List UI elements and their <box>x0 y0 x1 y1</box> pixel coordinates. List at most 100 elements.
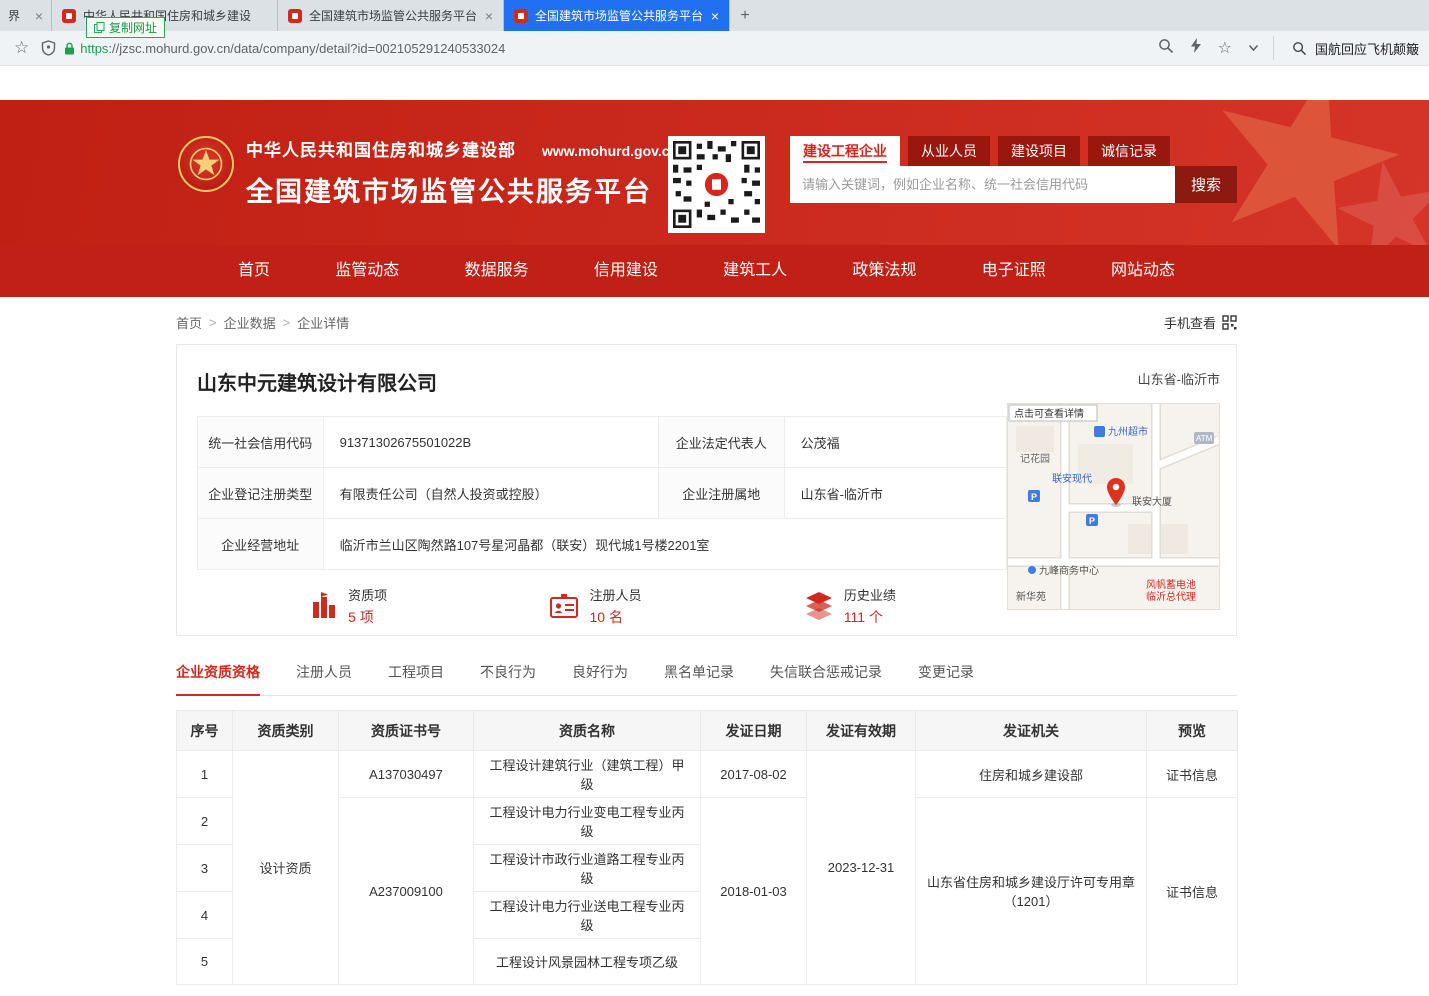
browser-tab-jzsc-1[interactable]: 全国建筑市场监管公共服务平台 × <box>278 0 504 31</box>
table-row: 企业经营地址 临沂市兰山区陶然路107号星河晶都（联安）现代城1号楼2201室 <box>198 519 1007 570</box>
stat-historical-performance[interactable]: 历史业绩 111 个 <box>804 585 896 627</box>
address-bar[interactable]: https://jzsc.mohurd.gov.cn/data/company/… <box>64 41 1137 56</box>
col-authority: 发证机关 <box>916 711 1147 751</box>
cell-serial: 1 <box>177 751 233 798</box>
mobile-view-button[interactable]: 手机查看 <box>1164 313 1237 332</box>
site-favicon-icon <box>62 9 76 23</box>
breadcrumb-company-detail: 企业详情 <box>297 313 349 332</box>
breadcrumb-company-data[interactable]: 企业数据 <box>224 313 276 332</box>
map-label-atm: ATM <box>1196 434 1213 443</box>
browser-tab-partial[interactable]: 界 × <box>0 0 52 31</box>
breadcrumb-home[interactable]: 首页 <box>176 313 202 332</box>
search-tab-credit-records[interactable]: 诚信记录 <box>1088 136 1170 166</box>
qualification-icon <box>308 591 338 621</box>
table-row: 统一社会信用代码 91371302675501022B 企业法定代表人 公茂福 <box>198 417 1007 468</box>
company-detail-card: 山东中元建筑设计有限公司 山东省-临沂市 统一社会信用代码 9137130267… <box>176 344 1237 636</box>
url-bar-actions: ☆ <box>1158 38 1259 59</box>
stat-qualifications[interactable]: 资质项 5 项 <box>308 585 387 627</box>
cell-issue-date: 2017-08-02 <box>701 751 807 798</box>
lock-icon <box>64 42 75 55</box>
hot-search-text: 国航回应飞机颠簸 <box>1315 39 1419 58</box>
header-qr-code <box>668 136 765 233</box>
new-tab-button[interactable]: + <box>730 0 760 31</box>
stat-registered-personnel[interactable]: 注册人员 10 名 <box>549 585 641 627</box>
table-row: 企业登记注册类型 有限责任公司（自然人投资或控股） 企业注册属地 山东省-临沂市 <box>198 468 1007 519</box>
tab-bad-behavior[interactable]: 不良行为 <box>480 662 536 695</box>
reg-type-value: 有限责任公司（自然人投资或控股） <box>323 468 658 519</box>
company-info-table: 统一社会信用代码 91371302675501022B 企业法定代表人 公茂福 … <box>197 416 1007 570</box>
search-tab-construction-enterprise[interactable]: 建设工程企业 <box>790 136 900 166</box>
qr-code-icon <box>1222 315 1237 330</box>
search-tab-projects[interactable]: 建设项目 <box>998 136 1080 166</box>
nav-item-site-news[interactable]: 网站动态 <box>1111 245 1175 297</box>
cell-serial: 3 <box>177 845 233 892</box>
company-region: 山东省-临沂市 <box>1138 369 1220 388</box>
tab-qualifications[interactable]: 企业资质资格 <box>176 662 260 696</box>
map-label-supermarket: 九州超市 <box>1108 425 1148 438</box>
url-scheme: https <box>80 41 108 56</box>
nav-item-workers[interactable]: 建筑工人 <box>723 245 787 297</box>
close-icon[interactable]: × <box>35 9 43 23</box>
tab-change-records[interactable]: 变更记录 <box>918 662 974 695</box>
company-location-map[interactable]: ATM 九州超市 记花园 联安现代 P P 联安大厦 九峰商务中心 新华苑 风帆… <box>1007 403 1220 610</box>
close-icon[interactable]: × <box>485 9 493 23</box>
address-label: 企业经营地址 <box>198 519 324 570</box>
cell-qual-name: 工程设计电力行业变电工程专业丙级 <box>474 798 701 845</box>
chevron-down-icon[interactable] <box>1248 39 1259 57</box>
site-favicon-icon <box>514 9 528 23</box>
search-tab-practitioners[interactable]: 从业人员 <box>908 136 990 166</box>
main-navigation: 首页 监管动态 数据服务 信用建设 建筑工人 政策法规 电子证照 网站动态 <box>0 245 1429 297</box>
platform-title: 全国建筑市场监管公共服务平台 <box>246 170 678 209</box>
cell-qual-name: 工程设计风景园林工程专项乙级 <box>474 939 701 985</box>
mobile-view-label: 手机查看 <box>1164 313 1216 332</box>
nav-item-credit[interactable]: 信用建设 <box>594 245 658 297</box>
cell-serial: 2 <box>177 798 233 845</box>
cell-cert-no: A237009100 <box>339 798 474 985</box>
map-hint: 点击可查看详情 <box>1014 407 1084 420</box>
nav-item-data-services[interactable]: 数据服务 <box>465 245 529 297</box>
legal-rep-value: 公茂福 <box>784 417 1006 468</box>
bookmark-star-icon[interactable]: ☆ <box>14 38 29 58</box>
stat-value: 10 名 <box>589 607 641 627</box>
personnel-icon <box>549 591 579 621</box>
browser-tab-jzsc-active[interactable]: 全国建筑市场监管公共服务平台 × <box>504 0 730 31</box>
active-tab-underline <box>803 161 887 163</box>
keyword-search-input[interactable] <box>790 166 1175 203</box>
star-icon[interactable]: ☆ <box>1218 38 1232 58</box>
tab-good-behavior[interactable]: 良好行为 <box>572 662 628 695</box>
tab-projects[interactable]: 工程项目 <box>388 662 444 695</box>
browser-tab-bar: 界 × 中华人民共和国住房和城乡建设 全国建筑市场监管公共服务平台 × 全国建筑… <box>0 0 1429 31</box>
browser-search-box[interactable]: 国航回应飞机颠簸 <box>1273 36 1419 60</box>
site-header-banner: 中华人民共和国住房和城乡建设部 www.mohurd.gov.cn 全国建筑市场… <box>0 100 1429 245</box>
map-label-garden: 记花园 <box>1020 452 1050 465</box>
stat-label: 历史业绩 <box>844 585 896 604</box>
nav-item-policies[interactable]: 政策法规 <box>852 245 916 297</box>
nav-item-supervision[interactable]: 监管动态 <box>335 245 399 297</box>
company-stats: 资质项 5 项 注册人员 10 名 <box>197 585 1007 627</box>
credit-code-label: 统一社会信用代码 <box>198 417 324 468</box>
company-detail-tabs: 企业资质资格 注册人员 工程项目 不良行为 良好行为 黑名单记录 失信联合惩戒记… <box>176 662 1237 696</box>
cell-serial: 5 <box>177 939 233 985</box>
nav-item-certificates[interactable]: 电子证照 <box>982 245 1046 297</box>
close-icon[interactable]: × <box>711 9 719 23</box>
cell-qual-name: 工程设计市政行业道路工程专业丙级 <box>474 845 701 892</box>
map-label-battery-2: 临沂总代理 <box>1146 590 1196 603</box>
stat-label: 注册人员 <box>589 585 641 604</box>
tab-dishonesty-records[interactable]: 失信联合惩戒记录 <box>770 662 882 695</box>
tab-blacklist[interactable]: 黑名单记录 <box>664 662 734 695</box>
nav-item-home[interactable]: 首页 <box>238 245 270 297</box>
search-icon <box>1292 41 1307 56</box>
stat-value: 111 个 <box>844 607 896 627</box>
page-top-spacer <box>0 66 1429 100</box>
col-cert-no: 资质证书号 <box>339 711 474 751</box>
certificate-info-link[interactable]: 证书信息 <box>1147 798 1238 985</box>
credit-code-value: 91371302675501022B <box>323 417 658 468</box>
col-serial: 序号 <box>177 711 233 751</box>
search-category-tabs: 建设工程企业 从业人员 建设项目 诚信记录 <box>790 136 1237 166</box>
tab-registered-personnel[interactable]: 注册人员 <box>296 662 352 695</box>
search-button[interactable]: 搜索 <box>1175 166 1237 203</box>
zoom-icon[interactable] <box>1158 38 1174 59</box>
flash-icon[interactable] <box>1190 38 1202 58</box>
shield-icon[interactable] <box>41 40 56 56</box>
certificate-info-link[interactable]: 证书信息 <box>1147 751 1238 798</box>
